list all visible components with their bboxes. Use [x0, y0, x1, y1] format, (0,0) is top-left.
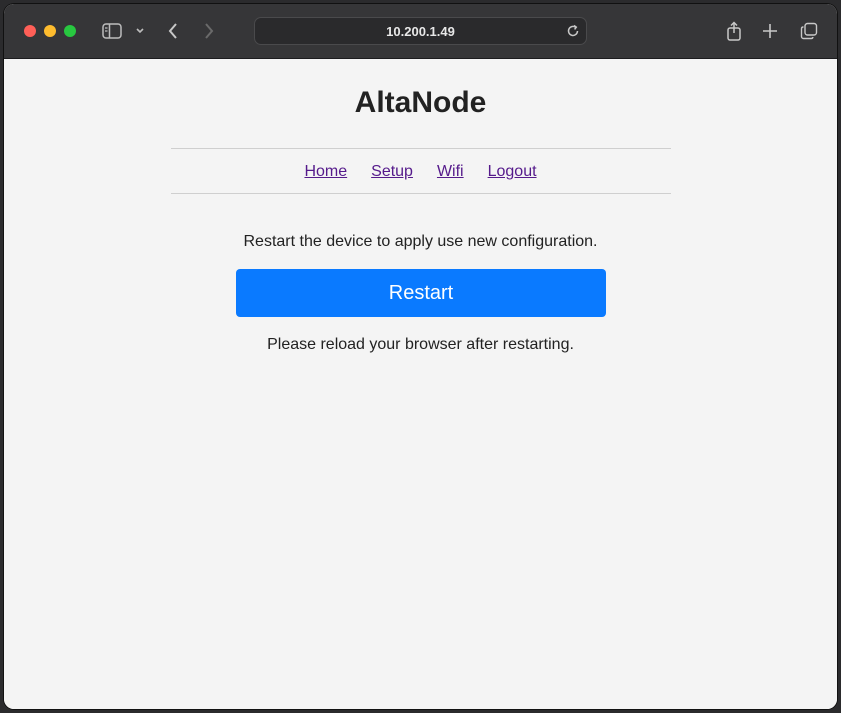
plus-icon[interactable]	[760, 18, 780, 44]
page-title: AltaNode	[354, 86, 487, 119]
divider-top	[171, 148, 671, 149]
nav-link-wifi[interactable]: Wifi	[437, 163, 464, 181]
chevron-down-icon[interactable]	[133, 18, 147, 44]
restart-button[interactable]: Restart	[236, 269, 606, 317]
tab-overview-icon[interactable]	[798, 18, 820, 44]
reload-icon[interactable]	[566, 24, 580, 43]
nav-link-home[interactable]: Home	[304, 163, 347, 181]
sidebar-icon[interactable]	[100, 18, 124, 44]
nav-link-logout[interactable]: Logout	[488, 163, 537, 181]
nav-link-setup[interactable]: Setup	[371, 163, 413, 181]
share-icon[interactable]	[723, 18, 745, 44]
browser-toolbar: 10.200.1.49	[4, 4, 837, 59]
minimize-icon[interactable]	[44, 25, 56, 37]
divider-bottom	[171, 193, 671, 194]
address-text[interactable]: 10.200.1.49	[255, 24, 586, 39]
close-icon[interactable]	[24, 25, 36, 37]
restart-instruction: Restart the device to apply use new conf…	[243, 233, 598, 250]
back-icon[interactable]	[164, 18, 182, 44]
page-content: AltaNode Home Setup Wifi Logout Restart …	[4, 59, 837, 709]
address-bar[interactable]: 10.200.1.49	[254, 17, 587, 45]
zoom-icon[interactable]	[64, 25, 76, 37]
forward-icon[interactable]	[200, 18, 218, 44]
nav-menu: Home Setup Wifi Logout	[4, 163, 837, 181]
browser-window: 10.200.1.49 AltaNode Home Setup Wifi Log…	[4, 4, 837, 709]
reload-note: Please reload your browser after restart…	[267, 336, 574, 353]
